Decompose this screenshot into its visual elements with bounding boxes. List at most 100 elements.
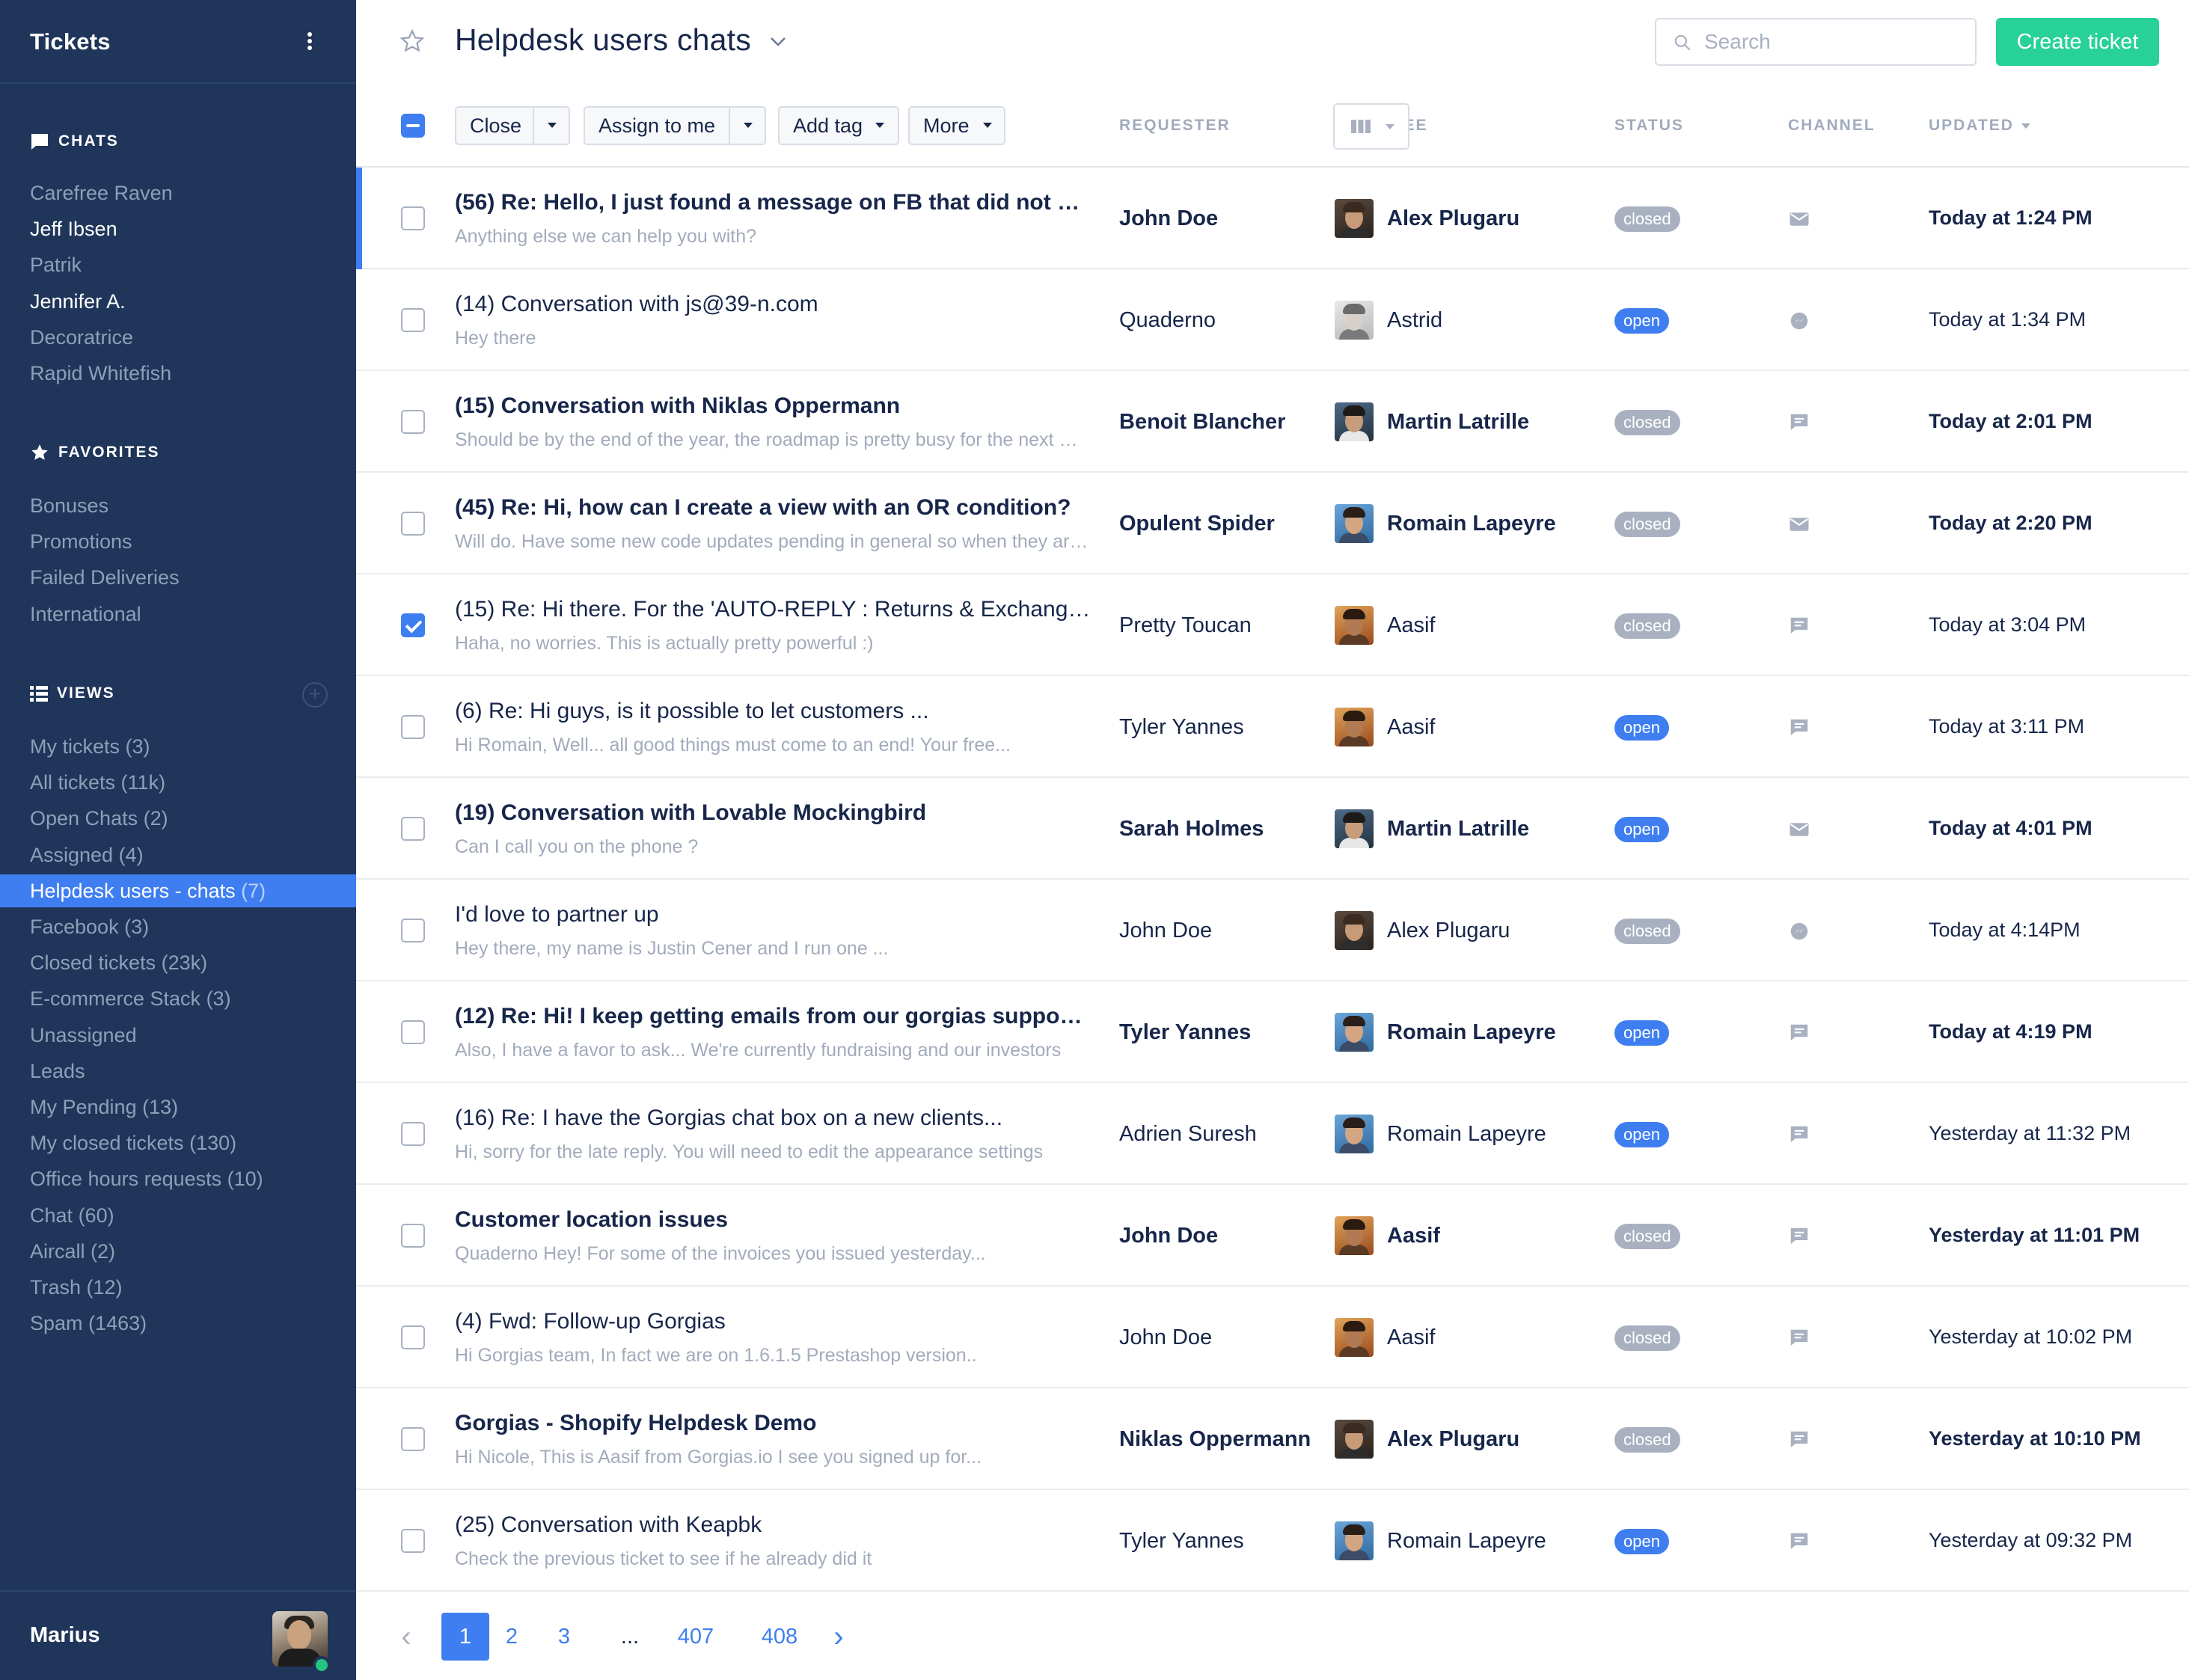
search-box[interactable] <box>1655 18 1977 66</box>
favorite-item[interactable]: Promotions <box>0 525 356 558</box>
search-input[interactable] <box>1704 27 1959 57</box>
current-user-name[interactable]: Marius <box>30 1623 100 1648</box>
view-item[interactable]: My Pending (13) <box>0 1091 356 1123</box>
row-checkbox[interactable] <box>401 715 425 739</box>
ticket-row[interactable]: I'd love to partner up Hey there, my name… <box>356 880 2189 981</box>
ticket-requester[interactable]: Quaderno <box>1119 308 1216 333</box>
view-item[interactable]: Open Chats (2) <box>0 802 356 835</box>
ticket-row[interactable]: Customer location issues Quaderno Hey! Fo… <box>356 1185 2189 1287</box>
ticket-requester[interactable]: Niklas Oppermann <box>1119 1427 1311 1452</box>
ticket-subject[interactable]: (6) Re: Hi guys, is it possible to let c… <box>455 699 1091 724</box>
ticket-subject[interactable]: (19) Conversation with Lovable Mockingbi… <box>455 800 1091 826</box>
chevron-down-icon[interactable] <box>769 36 787 48</box>
chat-item[interactable]: Rapid Whitefish <box>0 357 356 390</box>
ticket-requester[interactable]: John Doe <box>1119 1325 1212 1350</box>
chat-item[interactable]: Decoratrice <box>0 321 356 354</box>
ticket-row[interactable]: (25) Conversation with Keapbk Check the p… <box>356 1490 2189 1592</box>
ticket-subject[interactable]: (15) Re: Hi there. For the 'AUTO-REPLY :… <box>455 597 1091 622</box>
row-checkbox[interactable] <box>401 1122 425 1146</box>
view-item[interactable]: E-commerce Stack (3) <box>0 982 356 1015</box>
ticket-requester[interactable]: Tyler Yannes <box>1119 1020 1251 1045</box>
row-checkbox[interactable] <box>401 410 425 434</box>
view-item[interactable]: Chat (60) <box>0 1199 356 1232</box>
view-item[interactable]: All tickets (11k) <box>0 766 356 799</box>
ticket-requester[interactable]: Tyler Yannes <box>1119 1529 1244 1554</box>
ticket-requester[interactable]: Pretty Toucan <box>1119 613 1252 638</box>
ticket-assignee[interactable]: Romain Lapeyre <box>1387 1020 1556 1045</box>
page-link[interactable]: 3 <box>549 1613 579 1661</box>
row-checkbox[interactable] <box>401 1427 425 1451</box>
column-status[interactable]: STATUS <box>1614 117 1684 135</box>
view-item[interactable]: My closed tickets (130) <box>0 1126 356 1159</box>
ticket-subject[interactable]: (14) Conversation with js@39-n.com <box>455 292 1091 317</box>
view-item[interactable]: Trash (12) <box>0 1271 356 1304</box>
ticket-requester[interactable]: John Doe <box>1119 1224 1218 1248</box>
column-updated[interactable]: UPDATED <box>1929 117 2030 135</box>
view-item[interactable]: Office hours requests (10) <box>0 1162 356 1195</box>
ticket-assignee[interactable]: Alex Plugaru <box>1387 206 1519 231</box>
column-settings-button[interactable] <box>1333 103 1409 150</box>
ticket-requester[interactable]: John Doe <box>1119 206 1218 231</box>
ticket-subject[interactable]: Gorgias - Shopify Helpdesk Demo <box>455 1411 1091 1436</box>
row-checkbox[interactable] <box>401 308 425 332</box>
chat-item[interactable]: Carefree Raven <box>0 177 356 209</box>
ticket-subject[interactable]: (12) Re: Hi! I keep getting emails from … <box>455 1004 1091 1029</box>
ticket-row[interactable]: (15) Re: Hi there. For the 'AUTO-REPLY :… <box>356 574 2189 676</box>
page-next-icon[interactable]: › <box>827 1613 850 1661</box>
column-requester[interactable]: REQUESTER <box>1119 117 1231 135</box>
view-item[interactable]: Helpdesk users - chats (7) <box>0 874 356 907</box>
ticket-row[interactable]: (12) Re: Hi! I keep getting emails from … <box>356 981 2189 1083</box>
add-tag-button[interactable]: Add tag <box>778 106 899 145</box>
sidebar-menu-icon[interactable] <box>302 30 317 57</box>
ticket-row[interactable]: (15) Conversation with Niklas Oppermann S… <box>356 371 2189 473</box>
ticket-assignee[interactable]: Alex Plugaru <box>1387 1427 1519 1452</box>
chat-item[interactable]: Patrik <box>0 248 356 281</box>
ticket-subject[interactable]: (25) Conversation with Keapbk <box>455 1512 1091 1538</box>
ticket-assignee[interactable]: Aasif <box>1387 613 1435 638</box>
ticket-row[interactable]: (56) Re: Hello, I just found a message o… <box>356 168 2189 269</box>
close-button[interactable]: Close <box>455 106 570 145</box>
add-view-button[interactable]: + <box>302 682 328 708</box>
ticket-row[interactable]: (45) Re: Hi, how can I create a view wit… <box>356 473 2189 574</box>
ticket-requester[interactable]: Opulent Spider <box>1119 512 1275 536</box>
view-item[interactable]: Assigned (4) <box>0 839 356 871</box>
ticket-assignee[interactable]: Alex Plugaru <box>1387 919 1510 943</box>
select-all-checkbox[interactable] <box>401 114 425 138</box>
ticket-assignee[interactable]: Romain Lapeyre <box>1387 512 1556 536</box>
ticket-row[interactable]: (19) Conversation with Lovable Mockingbi… <box>356 778 2189 880</box>
page-link[interactable]: 407 <box>669 1613 723 1661</box>
ticket-row[interactable]: (4) Fwd: Follow-up Gorgias Hi Gorgias tea… <box>356 1287 2189 1388</box>
assign-to-me-button[interactable]: Assign to me <box>584 106 766 145</box>
row-checkbox[interactable] <box>401 1224 425 1248</box>
row-checkbox[interactable] <box>401 1529 425 1553</box>
ticket-subject[interactable]: (16) Re: I have the Gorgias chat box on … <box>455 1106 1091 1131</box>
ticket-assignee[interactable]: Aasif <box>1387 715 1435 740</box>
ticket-row[interactable]: Gorgias - Shopify Helpdesk Demo Hi Nicole… <box>356 1388 2189 1490</box>
page-prev-icon[interactable]: ‹ <box>395 1613 417 1661</box>
ticket-assignee[interactable]: Martin Latrille <box>1387 410 1529 435</box>
row-checkbox[interactable] <box>401 919 425 942</box>
ticket-assignee[interactable]: Aasif <box>1387 1224 1440 1248</box>
page-link[interactable]: 2 <box>497 1613 527 1661</box>
favorite-item[interactable]: International <box>0 598 356 631</box>
view-item[interactable]: Leads <box>0 1055 356 1088</box>
favorite-star-icon[interactable] <box>399 28 425 54</box>
ticket-subject[interactable]: I'd love to partner up <box>455 902 1091 928</box>
row-checkbox[interactable] <box>401 512 425 536</box>
ticket-requester[interactable]: John Doe <box>1119 919 1212 943</box>
ticket-subject[interactable]: (15) Conversation with Niklas Oppermann <box>455 393 1091 419</box>
view-item[interactable]: My tickets (3) <box>0 730 356 763</box>
view-item[interactable]: Aircall (2) <box>0 1235 356 1268</box>
ticket-subject[interactable]: (4) Fwd: Follow-up Gorgias <box>455 1309 1091 1334</box>
ticket-assignee[interactable]: Astrid <box>1387 308 1442 333</box>
ticket-requester[interactable]: Benoit Blancher <box>1119 410 1285 435</box>
view-item[interactable]: Facebook (3) <box>0 910 356 943</box>
more-button[interactable]: More <box>908 106 1005 145</box>
create-ticket-button[interactable]: Create ticket <box>1996 18 2159 66</box>
ticket-assignee[interactable]: Romain Lapeyre <box>1387 1529 1546 1554</box>
view-item[interactable]: Closed tickets (23k) <box>0 946 356 979</box>
column-channel[interactable]: CHANNEL <box>1788 117 1876 135</box>
row-checkbox[interactable] <box>401 1020 425 1044</box>
ticket-row[interactable]: (6) Re: Hi guys, is it possible to let c… <box>356 676 2189 778</box>
view-item[interactable]: Spam (1463) <box>0 1307 356 1340</box>
